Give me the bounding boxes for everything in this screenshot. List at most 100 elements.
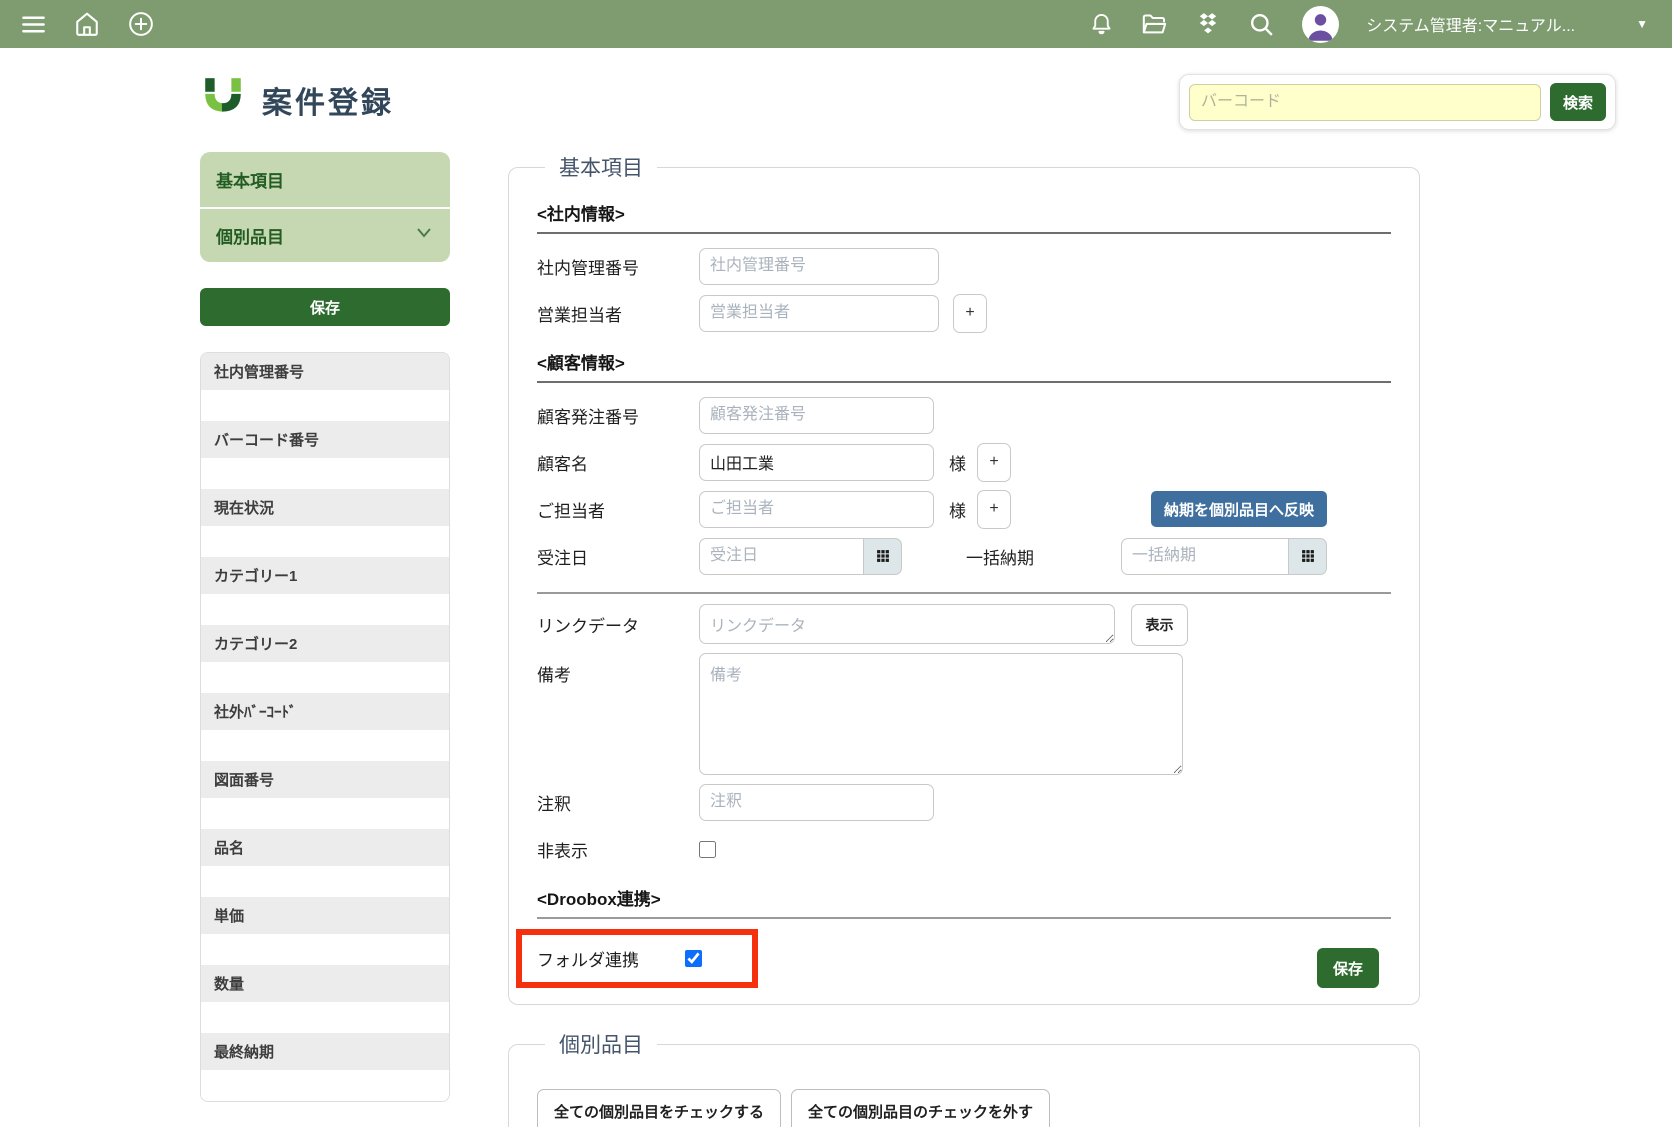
check-all-items-button[interactable]: 全ての個別品目をチェックする: [537, 1089, 781, 1127]
field-list-value: [201, 866, 449, 897]
folder-icon[interactable]: [1141, 11, 1168, 38]
app-logo: [200, 74, 246, 125]
home-icon[interactable]: [74, 11, 100, 37]
field-list-row: 社内管理番号: [201, 353, 449, 421]
items-panel: 個別品目 全ての個別品目をチェックする 全ての個別品目のチェックを外す: [508, 1029, 1420, 1127]
barcode-search-card: 検索: [1179, 74, 1616, 130]
field-list-label: カテゴリー2: [201, 625, 449, 662]
bulk-due-group: [1121, 538, 1327, 575]
sales-rep-label: 営業担当者: [537, 301, 699, 326]
field-list-row: バーコード番号: [201, 421, 449, 489]
caret-down-icon[interactable]: ▼: [1636, 17, 1648, 31]
sales-rep-add-button[interactable]: +: [953, 294, 987, 333]
customer-name-label: 顧客名: [537, 450, 699, 475]
brand: 案件登録: [200, 74, 394, 125]
field-list-label: 社内管理番号: [201, 353, 449, 390]
topbar: システム管理者:マニュアル... ▼: [0, 0, 1672, 48]
internal-number-label: 社内管理番号: [537, 254, 699, 279]
field-list-row: 現在状況: [201, 489, 449, 557]
field-list-label: バーコード番号: [201, 421, 449, 458]
field-list-value: [201, 594, 449, 625]
link-data-show-button[interactable]: 表示: [1131, 604, 1188, 646]
sidebar: 基本項目 個別品目 保存 社内管理番号 バーコード番号: [200, 152, 450, 1102]
user-menu[interactable]: システム管理者:マニュアル...: [1366, 12, 1575, 36]
field-list-label: 社外ﾊﾞｰｺｰﾄﾞ: [201, 693, 449, 730]
sidebar-tab-basic[interactable]: 基本項目: [200, 152, 450, 207]
field-list-label: 図面番号: [201, 761, 449, 798]
sidebar-nav: 基本項目 個別品目: [200, 152, 450, 262]
page-header: 案件登録 検索: [200, 74, 1616, 130]
hidden-label: 非表示: [537, 837, 699, 862]
chevron-down-icon: [414, 225, 434, 246]
divider: [537, 381, 1391, 383]
bulk-due-calendar-button[interactable]: [1289, 538, 1327, 575]
customer-name-add-button[interactable]: +: [977, 443, 1011, 482]
folder-link-save-row: フォルダ連携 保存: [537, 929, 1391, 988]
note-row: 注釈: [537, 782, 1391, 822]
contact-row: ご担当者 様 + 納期を個別品目へ反映: [537, 489, 1391, 529]
field-list-value: [201, 1070, 449, 1101]
internal-info-header: <社内情報>: [537, 200, 1391, 225]
order-date-calendar-button[interactable]: [864, 538, 902, 575]
customer-name-input[interactable]: [699, 444, 934, 481]
sidebar-tab-basic-label: 基本項目: [216, 167, 284, 192]
field-list-value: [201, 1002, 449, 1033]
note-input[interactable]: [699, 784, 934, 821]
field-list-row: 図面番号: [201, 761, 449, 829]
sales-rep-input[interactable]: [699, 295, 939, 332]
remarks-textarea[interactable]: [699, 653, 1183, 775]
sidebar-tab-items[interactable]: 個別品目: [200, 207, 450, 262]
folder-link-checkbox[interactable]: [685, 950, 702, 967]
note-label: 注釈: [537, 790, 699, 815]
link-data-textarea[interactable]: [699, 604, 1115, 644]
bulk-due-label: 一括納期: [966, 544, 1121, 569]
barcode-input[interactable]: [1189, 84, 1541, 121]
bell-icon[interactable]: [1089, 12, 1114, 37]
items-buttons: 全ての個別品目をチェックする 全ての個別品目のチェックを外す: [537, 1089, 1391, 1127]
sidebar-field-list: 社内管理番号 バーコード番号 現在状況 カテゴリー1: [200, 352, 450, 1102]
divider: [537, 232, 1391, 234]
field-list-row: 品名: [201, 829, 449, 897]
reflect-due-date-button[interactable]: 納期を個別品目へ反映: [1151, 491, 1327, 527]
customer-order-no-row: 顧客発注番号: [537, 395, 1391, 435]
user-label: システム管理者:マニュアル...: [1366, 12, 1575, 36]
field-list-value: [201, 798, 449, 829]
basic-save-button[interactable]: 保存: [1317, 948, 1379, 988]
contact-label: ご担当者: [537, 497, 699, 522]
field-list-label: 数量: [201, 965, 449, 1002]
calendar-grid-icon: [876, 549, 890, 563]
barcode-search-button[interactable]: 検索: [1550, 83, 1606, 121]
divider: [537, 592, 1391, 594]
hidden-checkbox[interactable]: [699, 841, 716, 858]
field-list-row: カテゴリー2: [201, 625, 449, 693]
droobox-header: <Droobox連携>: [537, 885, 1391, 910]
divider: [537, 917, 1391, 919]
bulk-due-input[interactable]: [1121, 538, 1289, 575]
order-date-input[interactable]: [699, 538, 864, 575]
customer-order-no-input[interactable]: [699, 397, 934, 434]
menu-icon[interactable]: [20, 11, 47, 38]
avatar[interactable]: [1302, 6, 1339, 43]
link-data-label: リンクデータ: [537, 604, 699, 637]
plus-circle-icon[interactable]: [127, 10, 155, 38]
field-list-row: 最終納期: [201, 1033, 449, 1101]
sidebar-tab-items-label: 個別品目: [216, 223, 284, 248]
contact-add-button[interactable]: +: [977, 490, 1011, 529]
customer-order-no-label: 顧客発注番号: [537, 403, 699, 428]
field-list-label: 品名: [201, 829, 449, 866]
search-icon[interactable]: [1248, 11, 1275, 38]
customer-info-header: <顧客情報>: [537, 349, 1391, 374]
field-list-label: 単価: [201, 897, 449, 934]
contact-input[interactable]: [699, 491, 934, 528]
field-list-label: 最終納期: [201, 1033, 449, 1070]
folder-link-label: フォルダ連携: [537, 946, 685, 971]
basic-panel-legend: 基本項目: [545, 152, 657, 182]
uncheck-all-items-button[interactable]: 全ての個別品目のチェックを外す: [791, 1089, 1050, 1127]
internal-number-input[interactable]: [699, 248, 939, 285]
contact-honorific: 様: [949, 497, 966, 522]
field-list-label: カテゴリー1: [201, 557, 449, 594]
remarks-row: 備考: [537, 653, 1391, 775]
order-date-row: 受注日 一括納期: [537, 536, 1391, 576]
sidebar-save-button[interactable]: 保存: [200, 288, 450, 326]
dropbox-icon[interactable]: [1195, 11, 1221, 37]
